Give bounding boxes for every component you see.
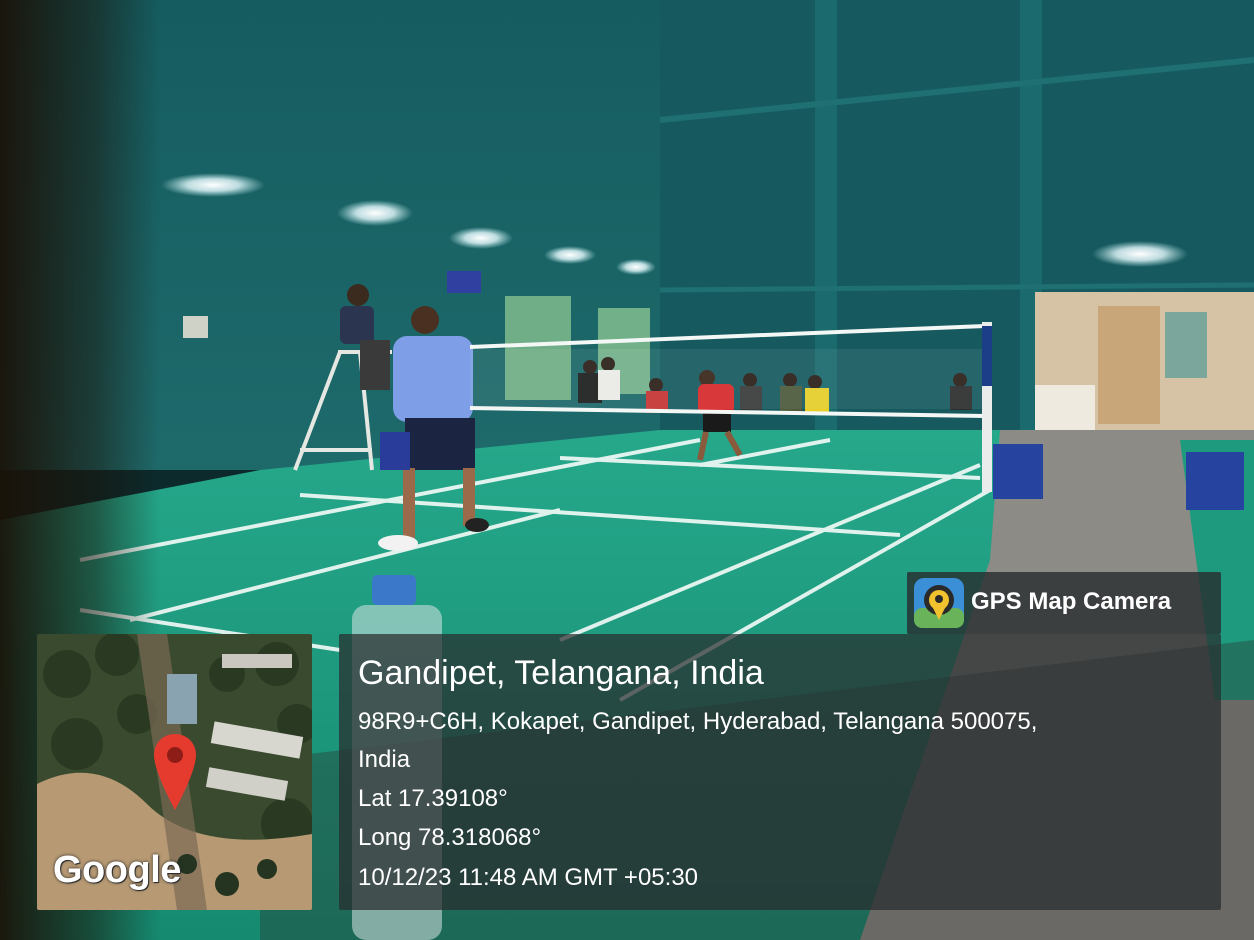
location-info-panel: Gandipet, Telangana, India 98R9+C6H, Kok… [339, 634, 1221, 910]
address-line-1: 98R9+C6H, Kokapet, Gandipet, Hyderabad, … [358, 708, 1038, 735]
location-pin-icon [154, 734, 196, 810]
timestamp: 10/12/23 11:48 AM GMT +05:30 [358, 864, 699, 891]
address-line-2: India [358, 746, 411, 773]
map-thumbnail: Google [37, 634, 312, 910]
google-logo: Google [53, 849, 181, 891]
badge-label: GPS Map Camera [971, 588, 1172, 615]
longitude: Long 78.318068° [358, 824, 542, 851]
gps-map-camera-badge: GPS Map Camera [907, 572, 1221, 634]
location-title: Gandipet, Telangana, India [358, 654, 764, 692]
gps-camera-icon [914, 578, 964, 628]
latitude: Lat 17.39108° [358, 785, 508, 812]
